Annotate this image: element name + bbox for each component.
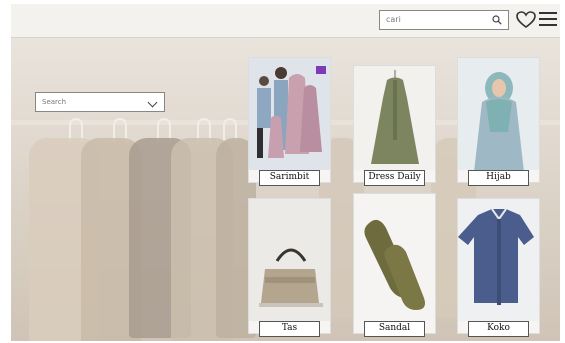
category-card-sandal[interactable]: Sandal: [353, 193, 436, 337]
category-card-hijab[interactable]: Hijab: [457, 57, 540, 186]
category-label: Sandal: [364, 321, 425, 337]
category-label: Koko: [468, 321, 529, 337]
category-card-koko[interactable]: Koko: [457, 198, 540, 337]
top-bar: cari: [11, 4, 560, 38]
category-dropdown[interactable]: Search: [35, 92, 165, 112]
category-label: Sarimbit: [259, 170, 320, 186]
search-input[interactable]: cari: [386, 15, 401, 24]
search-icon[interactable]: [492, 15, 502, 25]
category-card-dress-daily[interactable]: Dress Daily: [353, 65, 436, 186]
menu-icon[interactable]: [539, 12, 557, 28]
category-card-sarimbit[interactable]: Sarimbit: [248, 57, 331, 186]
category-label: Tas: [259, 321, 320, 337]
app-frame: cari Search Sarimbit Dress Daily Hijab T…: [11, 4, 560, 341]
sarimbit-image: [249, 58, 330, 170]
hijab-image: [458, 58, 539, 170]
category-label: Hijab: [468, 170, 529, 186]
tas-image: [249, 199, 330, 321]
search-bar[interactable]: cari: [379, 10, 509, 30]
category-label: Dress Daily: [364, 170, 425, 186]
koko-image: [458, 199, 539, 321]
dropdown-placeholder: Search: [42, 98, 67, 106]
chevron-down-icon[interactable]: [147, 97, 158, 108]
hero-background: Search Sarimbit Dress Daily Hijab Tas Sa…: [11, 38, 560, 341]
sandal-image: [354, 194, 435, 321]
heart-icon[interactable]: [516, 11, 536, 29]
category-card-tas[interactable]: Tas: [248, 198, 331, 337]
dress-daily-image: [354, 66, 435, 170]
